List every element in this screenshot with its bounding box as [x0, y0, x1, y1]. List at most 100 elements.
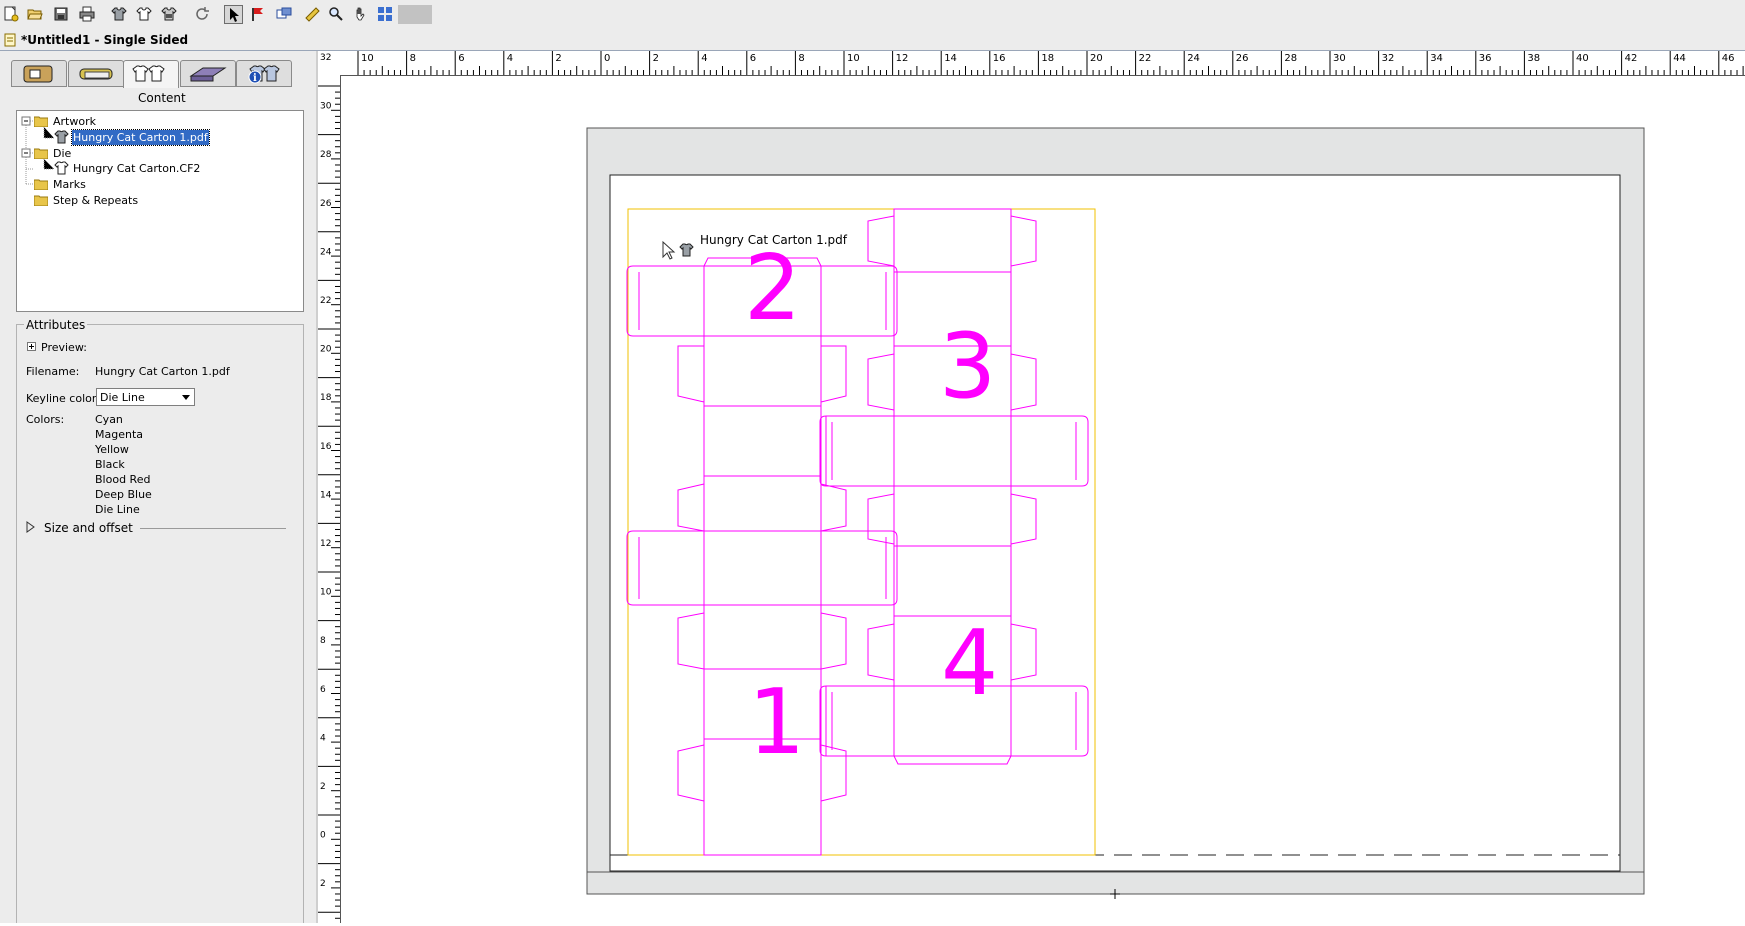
ruler-label: 18: [1041, 53, 1054, 64]
ruler-label: 30: [320, 102, 332, 112]
colors-label: Colors:: [26, 413, 65, 426]
horizontal-ruler-ticks: 10 8 6 4 2 0 2 4 6 8 10 12 14 16 18 20 22 24 26 28 30 32 34 36 3…: [357, 51, 1744, 75]
ruler-label: 10: [361, 53, 374, 64]
window-title: *Untitled1 - Single Sided: [21, 33, 189, 47]
ruler-label: 44: [1673, 53, 1686, 64]
ruler-label: 38: [1527, 53, 1540, 64]
shirt-artwork-icon[interactable]: [110, 5, 129, 24]
ruler-label: 16: [993, 53, 1006, 64]
folder-icon: [34, 116, 48, 127]
tree-label-die: Die: [53, 147, 72, 160]
ruler-label: 36: [1479, 53, 1492, 64]
save-icon[interactable]: [52, 5, 71, 24]
ruler-label: 14: [320, 490, 332, 500]
document-icon: [4, 33, 16, 47]
ruler-label: 22: [1139, 53, 1152, 64]
disclosure-triangle-icon[interactable]: [26, 521, 36, 533]
ruler-label: 8: [410, 53, 416, 64]
ruler-label: 4: [507, 53, 513, 64]
open-folder-icon[interactable]: [26, 5, 45, 24]
ruler-label: 2: [653, 53, 659, 64]
ruler-label: 14: [944, 53, 957, 64]
ruler-label: 20: [1090, 53, 1103, 64]
ruler-label: 0: [604, 53, 610, 64]
ruler-label: 2: [320, 879, 326, 889]
ruler-label: 30: [1333, 53, 1346, 64]
zoom-tool-icon[interactable]: [327, 5, 346, 24]
document-tab[interactable]: [11, 60, 67, 87]
color-item: Magenta: [95, 428, 144, 441]
print-icon[interactable]: [78, 5, 97, 24]
keyline-color-value: Die Line: [100, 391, 145, 404]
tree-label-artwork-file: Hungry Cat Carton 1.pdf: [71, 129, 210, 146]
ruler-label: 26: [1236, 53, 1249, 64]
press-tab[interactable]: [68, 60, 124, 87]
content-tree[interactable]: Artwork Hungry Cat Carton 1.pdf Die Hung…: [16, 110, 304, 312]
artwork-label: Hungry Cat Carton 1.pdf: [700, 233, 848, 247]
carton-number: 4: [941, 611, 998, 716]
carton-number: 1: [748, 670, 805, 775]
ruler-label: 32: [320, 53, 331, 63]
sheet-tab[interactable]: [180, 60, 236, 87]
ruler-label: 24: [320, 247, 332, 257]
ruler-label: 10: [847, 53, 860, 64]
info-tab[interactable]: i: [236, 60, 292, 87]
vertical-ruler-ticks: 323028262422201816141210864202: [318, 53, 340, 925]
sheet-layout[interactable]: 2 3 1 4 Hungry Cat Carton 1.pdf: [341, 76, 1745, 923]
vertical-ruler[interactable]: 32 30 28 26 24 22 20 18 16 14 12 10 8 6 4 2 0 2: [318, 51, 341, 925]
color-item: Yellow: [95, 443, 129, 456]
ruler-label: 18: [320, 393, 332, 403]
ruler-label: 24: [1187, 53, 1200, 64]
color-item: Black: [95, 458, 125, 471]
ruler-label: 6: [320, 685, 326, 695]
ruler-label: 12: [320, 539, 331, 549]
shirt-icon: [54, 130, 69, 144]
expand-plus-icon[interactable]: [27, 342, 37, 352]
ruler-label: 34: [1430, 53, 1443, 64]
keyline-label: Keyline color:: [26, 392, 100, 405]
ruler-label: 8: [320, 636, 326, 646]
grid-tool-icon[interactable]: [376, 5, 395, 24]
content-label: Content: [138, 91, 186, 105]
ruler-label: 6: [458, 53, 464, 64]
disabled-tool-icon: [398, 5, 432, 24]
main-toolbar: [0, 0, 1745, 31]
ruler-label: 2: [555, 53, 561, 64]
new-document-icon[interactable]: [2, 5, 21, 24]
ruler-label: 2: [320, 782, 326, 792]
layout-tool-icon[interactable]: [275, 5, 294, 24]
color-item: Deep Blue: [95, 488, 152, 501]
ruler-label: 32: [1382, 53, 1395, 64]
ruler-label: 26: [320, 199, 332, 209]
keyline-color-select[interactable]: Die Line: [96, 388, 195, 406]
ruler-label: 46: [1722, 53, 1735, 64]
hand-tool-icon[interactable]: [352, 5, 371, 24]
size-offset-label[interactable]: Size and offset: [44, 521, 133, 535]
shirt-marks-icon[interactable]: [160, 5, 179, 24]
flag-tool-icon[interactable]: [248, 5, 267, 24]
color-item: Cyan: [95, 413, 123, 426]
refresh-icon[interactable]: [193, 5, 212, 24]
carton-number: 2: [744, 236, 801, 341]
pointer-tool-icon[interactable]: [224, 5, 243, 24]
horizontal-ruler[interactable]: 10 8 6 4 2 0 2 4 6 8 10 12 14 16 18 20 22 24 26 28 30 32 34 36 3…: [340, 51, 1745, 76]
layout-canvas[interactable]: 2 3 1 4 Hungry Cat Carton 1.pdf: [341, 76, 1745, 923]
attributes-title: Attributes: [24, 318, 88, 332]
ruler-tool-icon[interactable]: [303, 5, 322, 24]
ruler-label: 20: [320, 345, 332, 355]
filename-label: Filename:: [26, 365, 80, 378]
ruler-label: 12: [896, 53, 909, 64]
tree-label-step-repeats: Step & Repeats: [53, 194, 139, 207]
ruler-label: 28: [320, 150, 332, 160]
tree-label-artwork: Artwork: [53, 115, 96, 128]
ruler-label: 4: [320, 733, 326, 743]
ruler-label: 40: [1576, 53, 1589, 64]
ruler-label: 16: [320, 442, 332, 452]
ruler-label: 28: [1284, 53, 1297, 64]
tree-label-die-file: Hungry Cat Carton.CF2: [73, 162, 201, 175]
color-item: Die Line: [95, 503, 140, 516]
content-tab[interactable]: [123, 60, 179, 88]
chevron-down-icon: [182, 395, 190, 400]
preview-label: Preview:: [41, 341, 87, 354]
shirt-die-icon[interactable]: [135, 5, 154, 24]
